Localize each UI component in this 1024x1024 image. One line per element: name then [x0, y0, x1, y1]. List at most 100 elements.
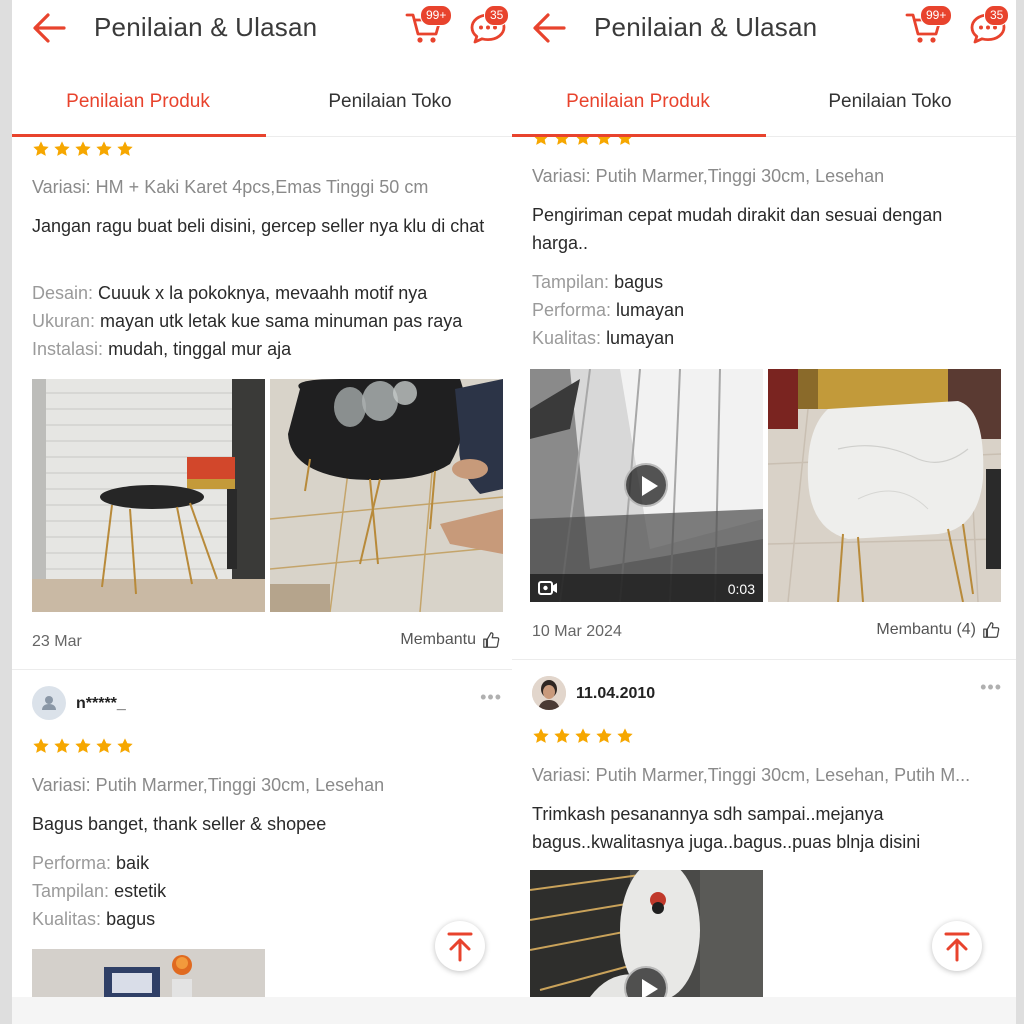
review-attribute: Instalasi: mudah, tinggal mur aja [32, 339, 291, 360]
helpful-button[interactable]: Membantu (4) [876, 621, 1000, 639]
tab-store-reviews[interactable]: Penilaian Toko [264, 76, 516, 134]
default-user-icon [42, 696, 56, 710]
review-list[interactable]: Variasi: HM + Kaki Karet 4pcs,Emas Tingg… [12, 137, 516, 997]
star-icon [116, 140, 134, 158]
attribute-value: lumayan [606, 328, 675, 348]
attribute-value: bagus [614, 272, 664, 292]
review-date: 23 Mar [32, 633, 82, 650]
rating-stars [32, 140, 134, 158]
star-icon [553, 137, 571, 147]
screen-right: Penilaian & Ulasan 99+ 35 Penilaian Prod… [512, 0, 1016, 1024]
back-arrow-icon[interactable] [530, 10, 568, 46]
scroll-to-top-button[interactable] [435, 921, 485, 971]
review-tabs: Penilaian Produk Penilaian Toko [512, 76, 1016, 137]
review-attribute: Tampilan: estetik [32, 881, 166, 902]
star-icon [95, 140, 113, 158]
reviewer-name: 11.04.2010 [576, 685, 656, 702]
app-header: Penilaian & Ulasan 99+ 35 [12, 0, 516, 56]
photo-partial [32, 949, 265, 997]
attribute-value: mayan utk letak kue sama minuman pas ray… [100, 311, 463, 331]
cart-badge: 99+ [920, 5, 953, 26]
system-nav-bar [512, 997, 1016, 1024]
review-attribute: Ukuran: mayan utk letak kue sama minuman… [32, 311, 462, 332]
review-text: Bagus banget, thank seller & shopee [32, 814, 327, 834]
star-icon [574, 727, 592, 745]
page-title: Penilaian & Ulasan [594, 12, 818, 42]
scroll-to-top-button[interactable] [932, 921, 982, 971]
page-title: Penilaian & Ulasan [94, 12, 318, 42]
video-camera-icon [538, 581, 557, 595]
app-header: Penilaian & Ulasan 99+ 35 [512, 0, 1016, 56]
attribute-label: Instalasi: [32, 339, 104, 359]
attribute-value: lumayan [616, 300, 685, 320]
review-video[interactable]: 0:03 [530, 369, 763, 602]
more-options-icon[interactable]: ••• [980, 677, 1002, 698]
photo-table-brick-wall [32, 379, 265, 612]
review-attribute: Tampilan: bagus [532, 272, 663, 293]
tab-store-reviews[interactable]: Penilaian Toko [764, 76, 1016, 134]
review-photo[interactable] [768, 369, 1001, 602]
rating-stars [532, 727, 634, 745]
star-icon [574, 137, 592, 147]
attribute-value: bagus [106, 909, 156, 929]
review-text: Jangan ragu buat beli disini, gercep sel… [32, 216, 485, 236]
review-video[interactable] [530, 870, 763, 997]
user-photo-avatar [532, 676, 566, 710]
attribute-value: estetik [114, 881, 167, 901]
review-attribute: Kualitas: lumayan [532, 328, 674, 349]
review-divider [512, 659, 1016, 660]
review-list[interactable]: Variasi: Putih Marmer,Tinggi 30cm, Leseh… [512, 137, 1016, 997]
star-icon [116, 737, 134, 755]
review-attribute: Kualitas: bagus [32, 909, 155, 930]
attribute-label: Tampilan: [32, 881, 110, 901]
attribute-label: Performa: [32, 853, 112, 873]
screen-left: Penilaian & Ulasan 99+ 35 Penilaian Prod… [12, 0, 516, 1024]
attribute-label: Performa: [532, 300, 612, 320]
attribute-label: Desain: [32, 283, 94, 303]
attribute-label: Tampilan: [532, 272, 610, 292]
star-icon [532, 137, 550, 147]
star-icon [553, 727, 571, 745]
star-icon [95, 737, 113, 755]
video-info-bar: 0:03 [530, 574, 763, 602]
review-variant: Variasi: HM + Kaki Karet 4pcs,Emas Tingg… [32, 177, 429, 197]
review-text: Trimkash pesanannya sdh sampai..mejanya … [532, 804, 921, 852]
review-variant: Variasi: Putih Marmer,Tinggi 30cm, Leseh… [532, 166, 885, 186]
avatar [532, 676, 566, 710]
star-icon [32, 140, 50, 158]
star-icon [53, 737, 71, 755]
helpful-button[interactable]: Membantu [400, 631, 500, 649]
star-icon [595, 727, 613, 745]
star-icon [532, 727, 550, 745]
photo-black-oval-table [270, 379, 503, 612]
rating-stars [32, 737, 134, 755]
review-divider [12, 669, 516, 670]
attribute-label: Ukuran: [32, 311, 96, 331]
review-variant: Variasi: Putih Marmer,Tinggi 30cm, Leseh… [32, 775, 385, 795]
scroll-to-top-icon [932, 921, 982, 971]
attribute-label: Kualitas: [532, 328, 602, 348]
attribute-value: Cuuuk x la pokoknya, mevaahh motif nya [98, 283, 428, 303]
tab-product-reviews[interactable]: Penilaian Produk [512, 76, 764, 134]
thumbs-up-icon [482, 631, 500, 649]
review-tabs: Penilaian Produk Penilaian Toko [12, 76, 516, 137]
star-icon [74, 737, 92, 755]
reviewer-name: n*****_ [76, 695, 126, 712]
play-icon[interactable] [624, 463, 668, 507]
star-icon [32, 737, 50, 755]
video-duration: 0:03 [727, 581, 755, 597]
scroll-to-top-icon [435, 921, 485, 971]
back-arrow-icon[interactable] [30, 10, 68, 46]
star-icon [616, 137, 634, 147]
review-date: 10 Mar 2024 [532, 623, 622, 640]
star-icon [616, 727, 634, 745]
review-photo[interactable] [32, 949, 265, 997]
tab-product-reviews[interactable]: Penilaian Produk [12, 76, 264, 134]
more-options-icon[interactable]: ••• [480, 687, 502, 708]
review-photo[interactable] [270, 379, 503, 612]
attribute-value: baik [116, 853, 150, 873]
rating-stars [532, 137, 634, 147]
review-text: Pengiriman cepat mudah dirakit dan sesua… [532, 205, 943, 253]
helpful-label: Membantu [400, 631, 476, 648]
review-photo[interactable] [32, 379, 265, 612]
